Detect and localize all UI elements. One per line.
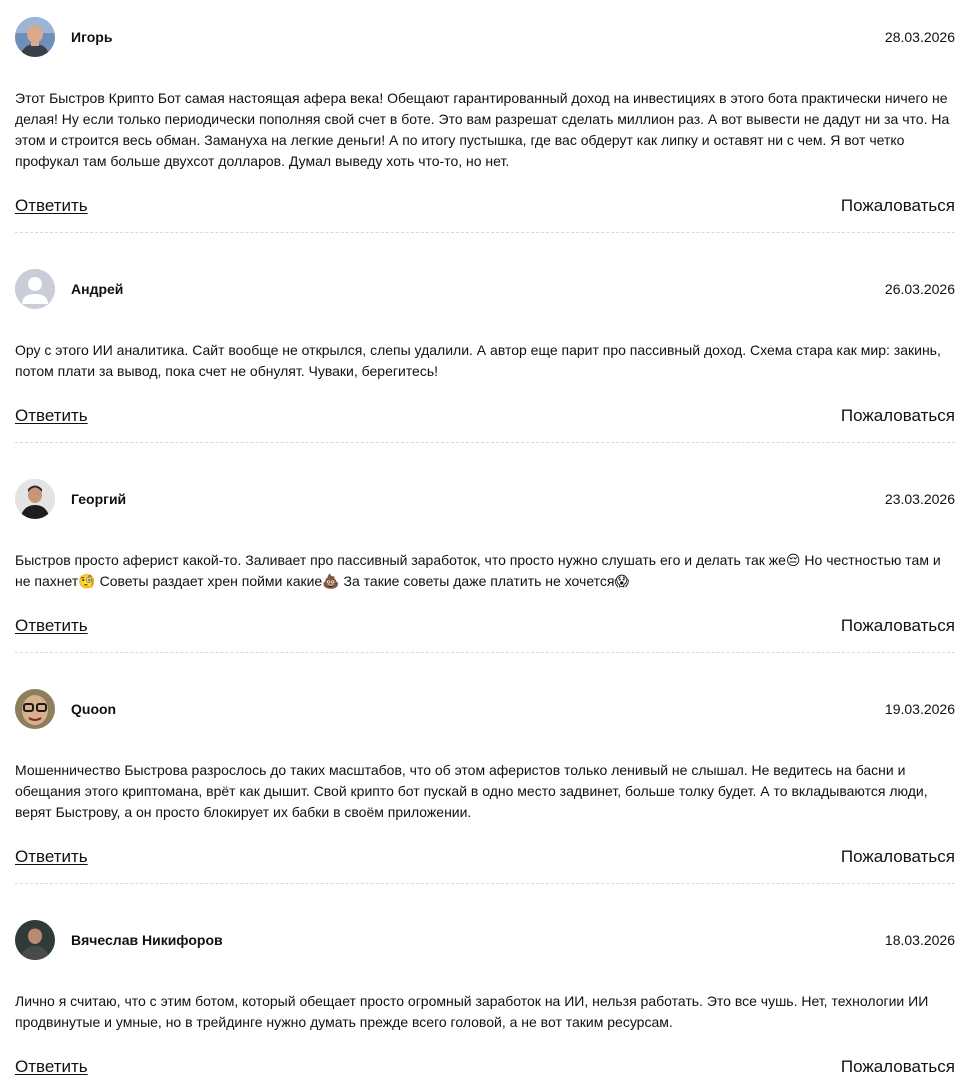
comment-date: 28.03.2026 (884, 29, 955, 45)
comment-header: Вячеслав Никифоров 18.03.2026 (15, 920, 955, 960)
author-name[interactable]: Георгий (71, 489, 126, 509)
comment-item: Андрей 26.03.2026 Ору с этого ИИ аналити… (15, 269, 955, 429)
comment-text: Мошенничество Быстрова разрослось до так… (15, 762, 928, 820)
report-button[interactable]: Пожаловаться (841, 195, 955, 217)
divider (15, 442, 955, 443)
pensive-emoji-icon: 😔 (785, 552, 801, 568)
avatar (15, 920, 55, 960)
comment-date: 23.03.2026 (884, 491, 955, 507)
author-name[interactable]: Quoon (71, 699, 116, 719)
avatar (15, 269, 55, 309)
avatar (15, 479, 55, 519)
comment-date: 26.03.2026 (884, 281, 955, 297)
monocle-emoji-icon: 🧐 (78, 573, 96, 589)
reply-button[interactable]: Ответить (15, 1056, 88, 1078)
comment-actions: Ответить Пожаловаться (15, 195, 955, 219)
avatar (15, 689, 55, 729)
report-button[interactable]: Пожаловаться (841, 1056, 955, 1078)
reply-button[interactable]: Ответить (15, 615, 88, 637)
comment-header: Андрей 26.03.2026 (15, 269, 955, 309)
comment-item: Георгий 23.03.2026 Быстров просто аферис… (15, 479, 955, 639)
avatar-photo-icon (15, 689, 55, 729)
avatar-photo-icon (15, 479, 55, 519)
comment-header: Георгий 23.03.2026 (15, 479, 955, 519)
comment-header: Quoon 19.03.2026 (15, 689, 955, 729)
comment-text: Лично я считаю, что с этим ботом, которы… (15, 993, 929, 1030)
comment-header: Игорь 28.03.2026 (15, 17, 955, 57)
divider (15, 883, 955, 884)
divider (15, 652, 955, 653)
scream-emoji-icon: 😱 (614, 573, 630, 589)
avatar (15, 17, 55, 57)
report-button[interactable]: Пожаловаться (841, 405, 955, 427)
comment-date: 18.03.2026 (884, 932, 955, 948)
comment-text: Этот Быстров Крипто Бот самая настоящая … (15, 90, 950, 169)
poop-emoji-icon: 💩 (322, 573, 340, 589)
comment-actions: Ответить Пожаловаться (15, 405, 955, 429)
comment-actions: Ответить Пожаловаться (15, 615, 955, 639)
comment-actions: Ответить Пожаловаться (15, 1056, 955, 1080)
report-button[interactable]: Пожаловаться (841, 846, 955, 868)
default-user-icon (15, 269, 55, 309)
author-name[interactable]: Игорь (71, 27, 112, 47)
author-name[interactable]: Вячеслав Никифоров (71, 930, 223, 950)
comment-text: Ору с этого ИИ аналитика. Сайт вообще не… (15, 342, 941, 379)
report-button[interactable]: Пожаловаться (841, 615, 955, 637)
comment-actions: Ответить Пожаловаться (15, 846, 955, 870)
reply-button[interactable]: Ответить (15, 405, 88, 427)
comment-item: Quoon 19.03.2026 Мошенничество Быстрова … (15, 689, 955, 870)
reply-button[interactable]: Ответить (15, 195, 88, 217)
comment-item: Вячеслав Никифоров 18.03.2026 Лично я сч… (15, 920, 955, 1080)
author-name[interactable]: Андрей (71, 279, 123, 299)
comment-date: 19.03.2026 (884, 701, 955, 717)
comment-text: Быстров просто аферист какой-то. Заливае… (15, 552, 941, 589)
comments-list: Игорь 28.03.2026 Этот Быстров Крипто Бот… (0, 0, 971, 1085)
divider (15, 232, 955, 233)
comment-item: Игорь 28.03.2026 Этот Быстров Крипто Бот… (15, 17, 955, 219)
reply-button[interactable]: Ответить (15, 846, 88, 868)
avatar-photo-icon (15, 17, 55, 57)
avatar-photo-icon (15, 920, 55, 960)
